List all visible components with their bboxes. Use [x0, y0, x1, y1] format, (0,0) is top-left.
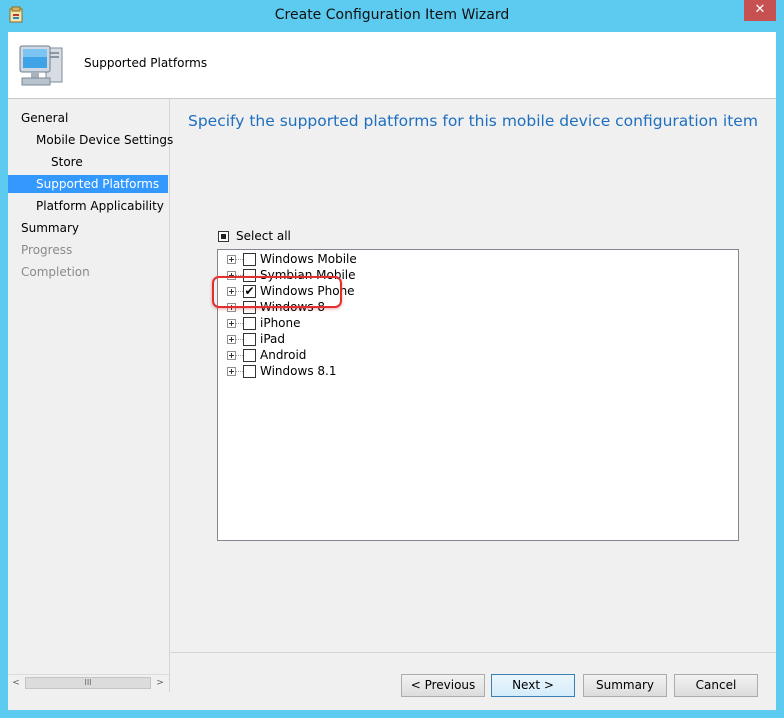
next-button[interactable]: Next >	[491, 674, 575, 697]
wizard-header: Supported Platforms	[8, 32, 776, 99]
select-all-label: Select all	[236, 229, 291, 243]
platform-label: Windows Mobile	[260, 252, 357, 266]
page-heading: Specify the supported platforms for this…	[188, 112, 758, 130]
header-title: Supported Platforms	[84, 56, 208, 70]
footer-divider	[170, 652, 776, 653]
platform-row-windows-8-1: Windows 8.1	[218, 363, 738, 379]
platform-checkbox[interactable]	[243, 333, 256, 346]
expand-icon[interactable]	[227, 367, 236, 376]
platform-row-ipad: iPad	[218, 331, 738, 347]
scroll-left-arrow-icon[interactable]: <	[9, 676, 23, 690]
computer-monitor-icon	[19, 45, 63, 86]
close-button[interactable]: ✕	[744, 0, 776, 21]
window-title: Create Configuration Item Wizard	[274, 7, 510, 23]
wizard-window: Create Configuration Item Wizard ✕ Suppo…	[0, 0, 784, 718]
nav-item-store[interactable]: Store	[8, 153, 168, 171]
wizard-client-area: Supported Platforms General Mobile Devic…	[8, 32, 776, 710]
platform-label: iPad	[260, 332, 286, 346]
scrollbar-thumb[interactable]: III	[25, 677, 151, 689]
nav-item-general[interactable]: General	[8, 109, 168, 127]
nav-item-supported-platforms[interactable]: Supported Platforms	[8, 175, 168, 193]
select-all-indeterminate-box[interactable]	[218, 231, 229, 242]
tree-connector	[236, 371, 243, 372]
expand-icon[interactable]	[227, 319, 236, 328]
platform-label: Windows 8.1	[260, 364, 337, 378]
windows-phone-highlight-callout	[212, 276, 342, 308]
summary-button[interactable]: Summary	[583, 674, 667, 697]
platform-row-iphone: iPhone	[218, 315, 738, 331]
platform-checkbox[interactable]	[243, 349, 256, 362]
tree-connector	[236, 323, 243, 324]
scroll-right-arrow-icon[interactable]: >	[153, 676, 167, 690]
cancel-button[interactable]: Cancel	[674, 674, 758, 697]
expand-icon[interactable]	[227, 255, 236, 264]
expand-icon[interactable]	[227, 335, 236, 344]
platform-checkbox[interactable]	[243, 365, 256, 378]
wizard-content: Specify the supported platforms for this…	[170, 99, 776, 649]
tree-connector	[236, 259, 243, 260]
platform-row-android: Android	[218, 347, 738, 363]
nav-item-platform-applicability[interactable]: Platform Applicability	[8, 197, 168, 215]
nav-item-mobile-device-settings[interactable]: Mobile Device Settings	[8, 131, 173, 149]
platform-checkbox[interactable]	[243, 253, 256, 266]
tree-connector	[236, 355, 243, 356]
title-bar[interactable]: Create Configuration Item Wizard ✕	[0, 0, 784, 32]
nav-horizontal-scrollbar[interactable]: < III >	[8, 674, 169, 692]
nav-item-summary[interactable]: Summary	[8, 219, 168, 237]
previous-button[interactable]: < Previous	[401, 674, 485, 697]
wizard-navigation-pane: General Mobile Device Settings Store Sup…	[8, 99, 173, 692]
expand-icon[interactable]	[227, 351, 236, 360]
platform-row-windows-mobile: Windows Mobile	[218, 251, 738, 267]
nav-item-progress: Progress	[21, 243, 73, 257]
platform-checkbox[interactable]	[243, 317, 256, 330]
tree-connector	[236, 339, 243, 340]
platform-label: iPhone	[260, 316, 301, 330]
platform-label: Android	[260, 348, 307, 362]
nav-item-completion: Completion	[21, 265, 90, 279]
